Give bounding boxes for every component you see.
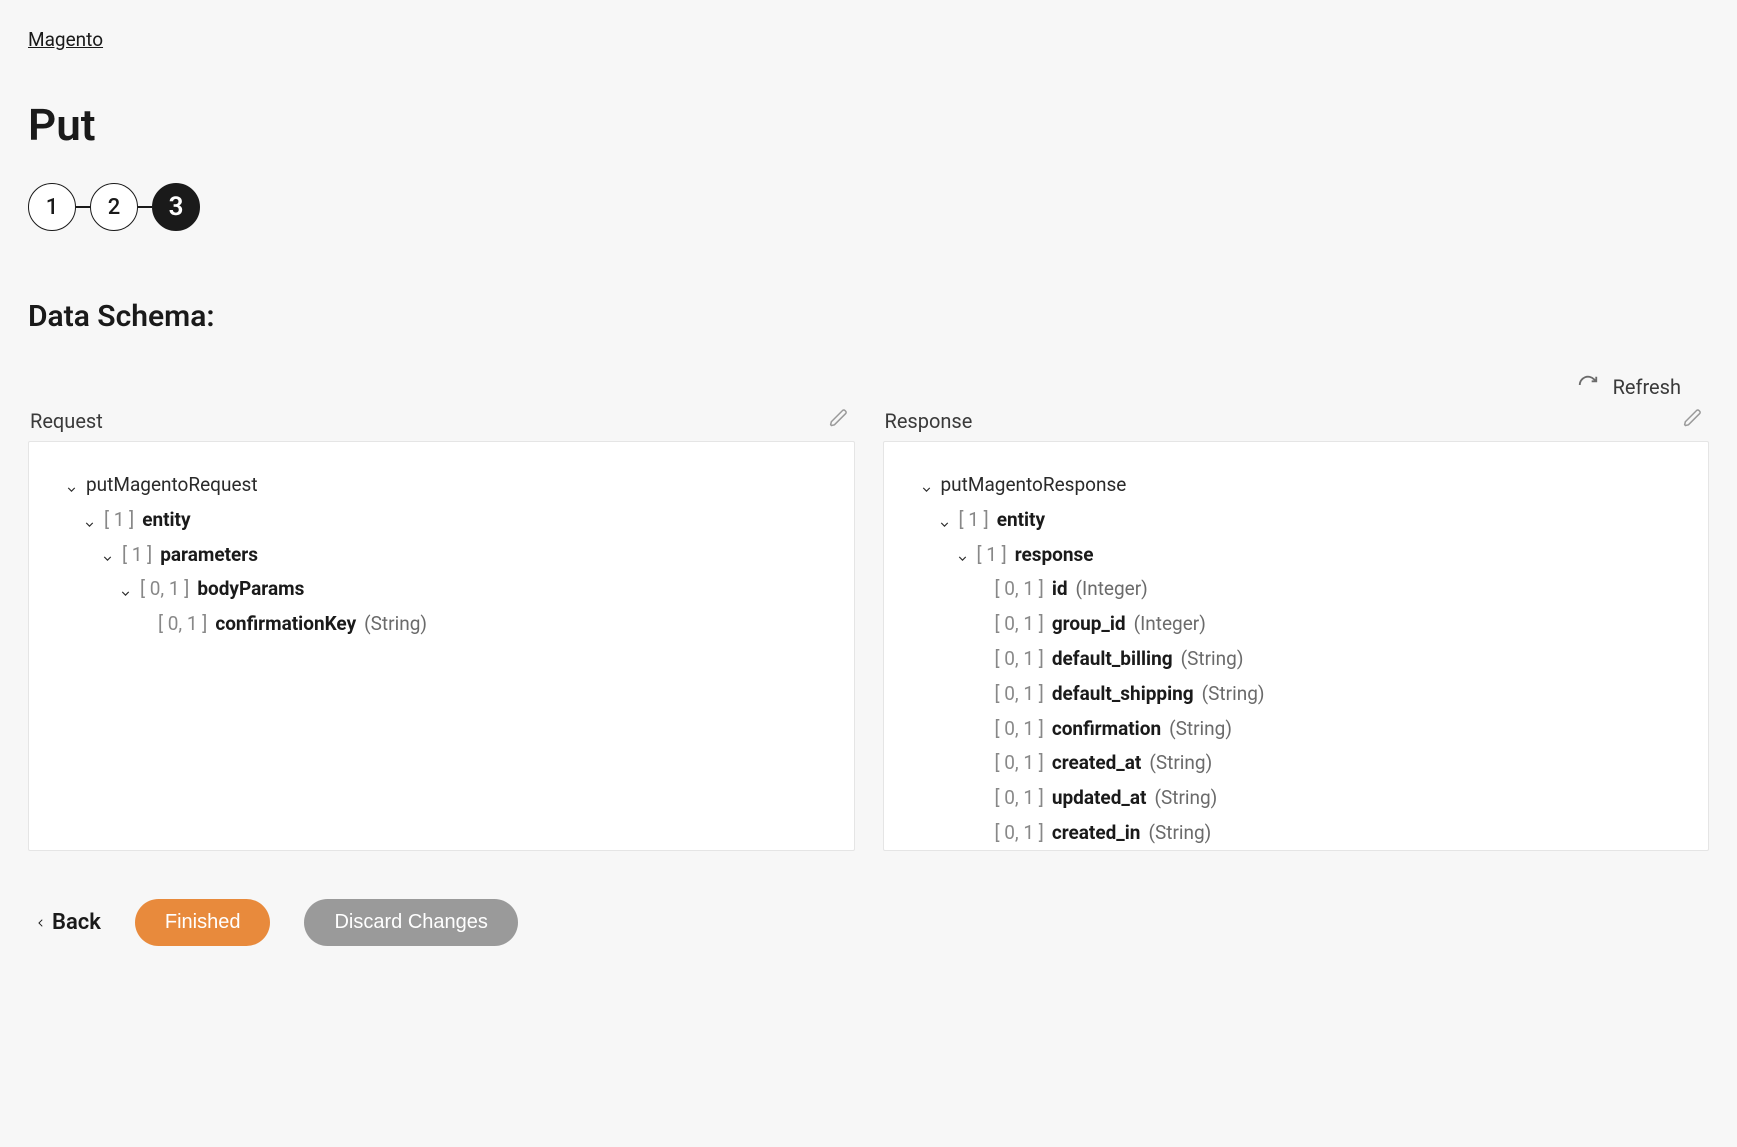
tree-cardinality: [ 0, 1 ] bbox=[995, 578, 1044, 601]
tree-node-name: entity bbox=[142, 509, 190, 532]
tree-row[interactable]: [ 1 ] parameters bbox=[65, 538, 834, 573]
chevron-down-icon[interactable] bbox=[938, 514, 951, 527]
tree-indent-spacer bbox=[137, 618, 150, 631]
tree-node-name: putMagentoResponse bbox=[941, 474, 1127, 497]
tree-node-name: updated_at bbox=[1052, 787, 1147, 810]
finished-button[interactable]: Finished bbox=[135, 899, 271, 946]
discard-changes-button[interactable]: Discard Changes bbox=[304, 899, 517, 946]
tree-row: [ 0, 1 ] confirmation (String) bbox=[920, 712, 1689, 747]
refresh-icon[interactable] bbox=[1577, 374, 1599, 400]
tree-row: [ 0, 1 ] created_in (String) bbox=[920, 816, 1689, 851]
tree-node-name: confirmation bbox=[1052, 718, 1161, 741]
tree-row[interactable]: [ 1 ] entity bbox=[920, 503, 1689, 538]
tree-row[interactable]: [ 1 ] entity bbox=[65, 503, 834, 538]
chevron-down-icon[interactable] bbox=[956, 548, 969, 561]
tree-cardinality: [ 0, 1 ] bbox=[158, 613, 207, 636]
tree-node-name: bodyParams bbox=[197, 578, 304, 601]
tree-row[interactable]: [ 1 ] response bbox=[920, 538, 1689, 573]
edit-request-icon[interactable] bbox=[829, 408, 849, 433]
tree-cardinality: [ 1 ] bbox=[977, 544, 1007, 567]
back-label: Back bbox=[52, 910, 101, 935]
tree-node-name: default_billing bbox=[1052, 648, 1173, 671]
tree-node-type: (String) bbox=[1169, 718, 1232, 741]
tree-node-name: response bbox=[1015, 544, 1094, 567]
tree-cardinality: [ 0, 1 ] bbox=[995, 787, 1044, 810]
tree-node-name: putMagentoRequest bbox=[86, 474, 258, 497]
tree-node-name: id bbox=[1052, 578, 1068, 601]
chevron-down-icon[interactable] bbox=[65, 479, 78, 492]
tree-node-name: group_id bbox=[1052, 613, 1126, 636]
chevron-down-icon[interactable] bbox=[119, 583, 132, 596]
tree-indent-spacer bbox=[974, 827, 987, 840]
tree-cardinality: [ 1 ] bbox=[122, 544, 152, 567]
tree-cardinality: [ 0, 1 ] bbox=[995, 683, 1044, 706]
tree-cardinality: [ 1 ] bbox=[104, 509, 134, 532]
chevron-left-icon bbox=[36, 916, 46, 930]
tree-indent-spacer bbox=[974, 757, 987, 770]
tree-root-row[interactable]: putMagentoRequest bbox=[65, 468, 834, 503]
tree-indent-spacer bbox=[974, 583, 987, 596]
tree-indent-spacer bbox=[974, 722, 987, 735]
edit-response-icon[interactable] bbox=[1683, 408, 1703, 433]
tree-cardinality: [ 0, 1 ] bbox=[995, 648, 1044, 671]
tree-root-row[interactable]: putMagentoResponse bbox=[920, 468, 1689, 503]
tree-cardinality: [ 1 ] bbox=[959, 509, 989, 532]
tree-row: [ 0, 1 ] id (Integer) bbox=[920, 572, 1689, 607]
step-connector bbox=[138, 206, 152, 208]
tree-row: [ 0, 1 ] updated_at (String) bbox=[920, 781, 1689, 816]
tree-node-type: (Integer) bbox=[1076, 578, 1148, 601]
response-tree-panel: putMagentoResponse [ 1 ] entity[ 1 ] res… bbox=[883, 441, 1710, 851]
tree-node-type: (String) bbox=[1148, 822, 1211, 845]
tree-cardinality: [ 0, 1 ] bbox=[995, 718, 1044, 741]
refresh-button[interactable]: Refresh bbox=[1613, 375, 1681, 399]
tree-row: [ 0, 1 ] confirmationKey (String) bbox=[65, 607, 834, 642]
tree-node-name: default_shipping bbox=[1052, 683, 1194, 706]
page-title: Put bbox=[28, 99, 1709, 151]
tree-node-type: (String) bbox=[1149, 752, 1212, 775]
tree-node-name: entity bbox=[997, 509, 1045, 532]
tree-node-type: (Integer) bbox=[1134, 613, 1206, 636]
tree-node-type: (String) bbox=[1202, 683, 1265, 706]
tree-node-name: parameters bbox=[160, 544, 258, 567]
tree-node-name: created_at bbox=[1052, 752, 1142, 775]
response-panel-title: Response bbox=[885, 409, 973, 433]
tree-row: [ 0, 1 ] default_shipping (String) bbox=[920, 677, 1689, 712]
tree-indent-spacer bbox=[974, 688, 987, 701]
tree-row: [ 0, 1 ] created_at (String) bbox=[920, 746, 1689, 781]
step-connector bbox=[76, 206, 90, 208]
tree-cardinality: [ 0, 1 ] bbox=[995, 613, 1044, 636]
section-heading: Data Schema: bbox=[28, 299, 1709, 334]
tree-node-type: (String) bbox=[1181, 648, 1244, 671]
tree-row: [ 0, 1 ] default_billing (String) bbox=[920, 642, 1689, 677]
step-1[interactable]: 1 bbox=[28, 183, 76, 231]
tree-node-name: created_in bbox=[1052, 822, 1141, 845]
tree-cardinality: [ 0, 1 ] bbox=[995, 822, 1044, 845]
tree-indent-spacer bbox=[974, 618, 987, 631]
step-2[interactable]: 2 bbox=[90, 183, 138, 231]
breadcrumb-link[interactable]: Magento bbox=[28, 28, 103, 51]
tree-node-type: (String) bbox=[1154, 787, 1217, 810]
tree-row: [ 0, 1 ] group_id (Integer) bbox=[920, 607, 1689, 642]
tree-indent-spacer bbox=[974, 792, 987, 805]
tree-node-name: confirmationKey bbox=[215, 613, 356, 636]
request-panel-title: Request bbox=[30, 409, 103, 433]
tree-node-type: (String) bbox=[364, 613, 427, 636]
tree-cardinality: [ 0, 1 ] bbox=[995, 752, 1044, 775]
tree-cardinality: [ 0, 1 ] bbox=[140, 578, 189, 601]
chevron-down-icon[interactable] bbox=[101, 548, 114, 561]
stepper: 1 2 3 bbox=[28, 183, 1709, 231]
step-3[interactable]: 3 bbox=[152, 183, 200, 231]
tree-indent-spacer bbox=[974, 653, 987, 666]
tree-row[interactable]: [ 0, 1 ] bodyParams bbox=[65, 572, 834, 607]
chevron-down-icon[interactable] bbox=[83, 514, 96, 527]
back-button[interactable]: Back bbox=[36, 910, 101, 935]
chevron-down-icon[interactable] bbox=[920, 479, 933, 492]
request-tree-panel: putMagentoRequest [ 1 ] entity[ 1 ] para… bbox=[28, 441, 855, 851]
